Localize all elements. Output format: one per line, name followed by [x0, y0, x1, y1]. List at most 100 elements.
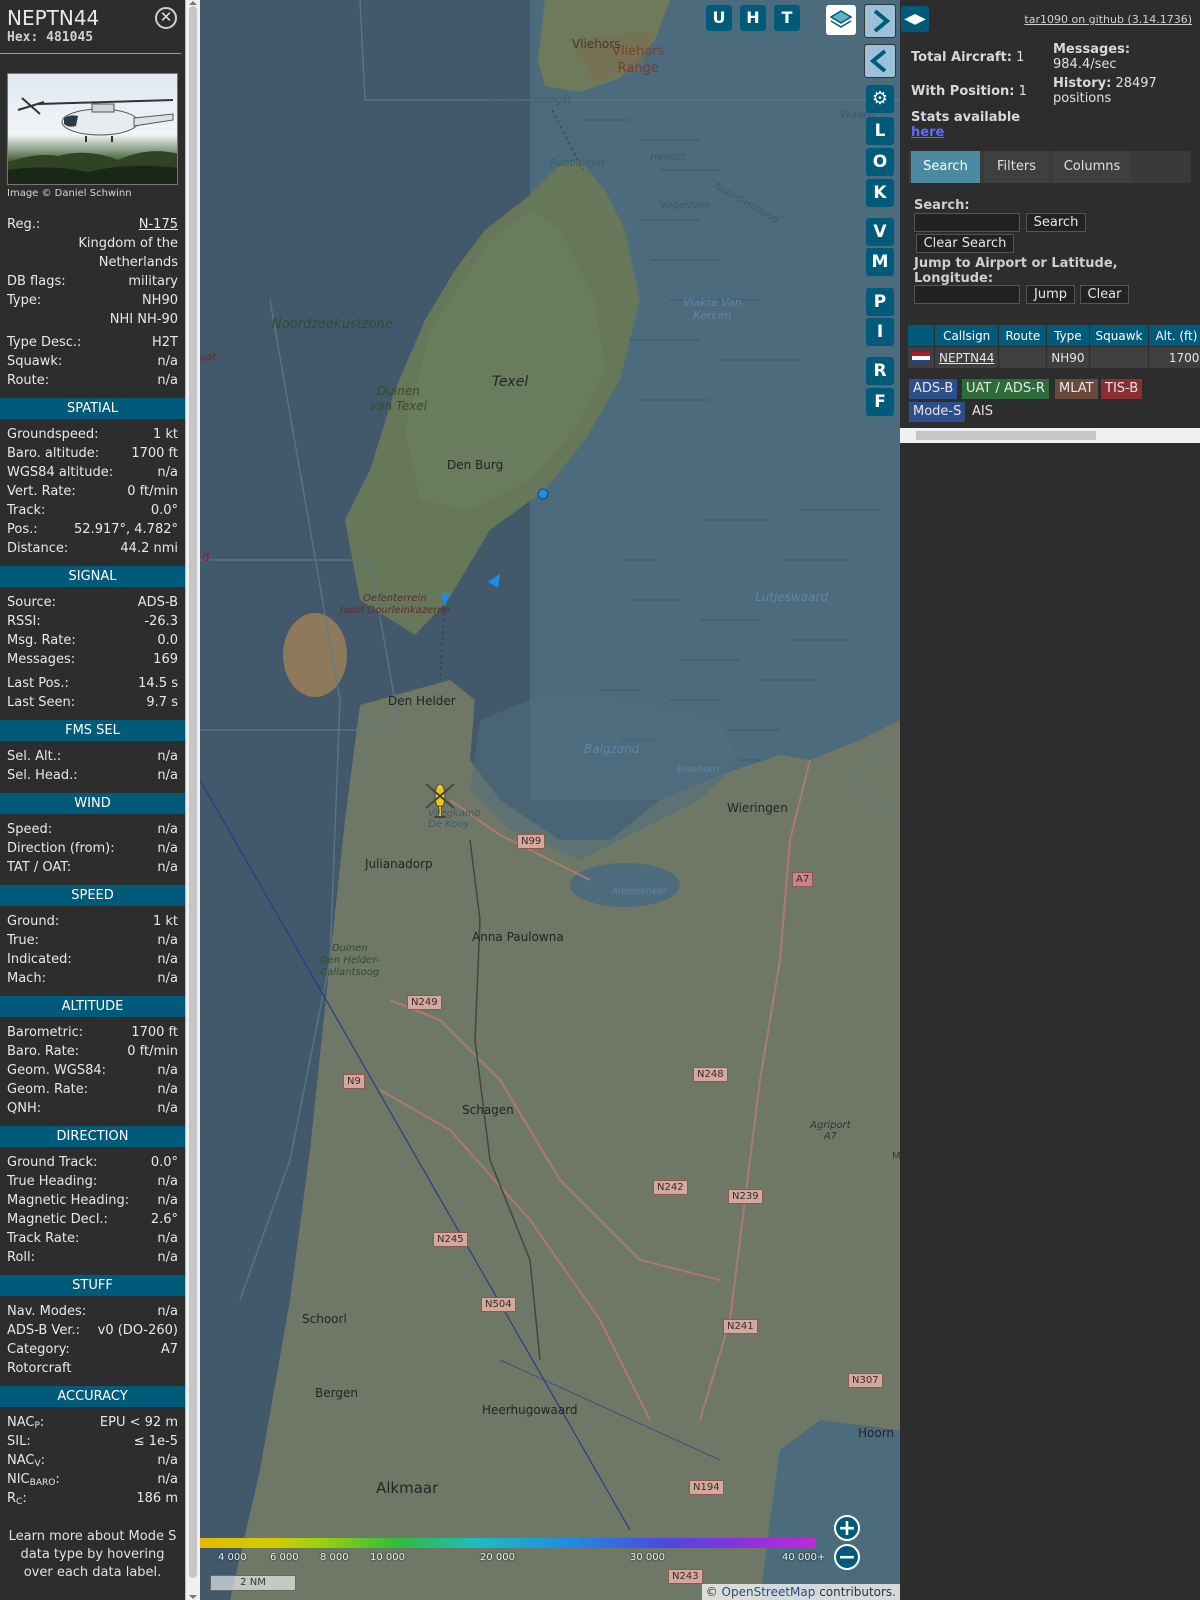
info-row: NACP: EPU < 92 m: [0, 1413, 185, 1432]
stats-link[interactable]: here: [911, 125, 944, 140]
info-row: QNH: n/a: [0, 1099, 185, 1118]
info-row-value: n/a: [157, 373, 178, 388]
info-row-value: A7: [160, 1342, 178, 1357]
info-row-label: NACP:: [7, 1415, 45, 1431]
map-button-o[interactable]: O: [866, 148, 894, 176]
section-accuracy: ACCURACY: [0, 1386, 185, 1407]
column-header[interactable]: Squawk: [1088, 324, 1150, 347]
registration-link[interactable]: N-175: [139, 215, 178, 234]
search-input[interactable]: [914, 213, 1020, 232]
map-label: Breehorn: [677, 765, 719, 775]
info-row-value: n/a: [157, 1304, 178, 1319]
info-row: Reg.: N-175: [0, 215, 185, 234]
info-row-value: 0 ft/min: [127, 1044, 178, 1059]
section-signal: SIGNAL: [0, 566, 185, 587]
map-label: Den Burg: [447, 458, 504, 472]
info-row-label: Ground:: [7, 914, 60, 929]
map-button-p[interactable]: P: [866, 288, 894, 316]
info-row-label: Sel. Alt.:: [7, 749, 62, 764]
map-button-u[interactable]: U: [706, 5, 732, 31]
info-row-label: Reg.:: [7, 217, 41, 232]
callsign-link[interactable]: NEPTN44: [939, 351, 994, 365]
info-row-label: Ground Track:: [7, 1155, 98, 1170]
info-scrollbar[interactable]: [185, 0, 200, 1600]
road-shield: N243: [668, 1569, 703, 1584]
map-button-f[interactable]: F: [866, 388, 894, 416]
table-scrollbar[interactable]: [900, 428, 1200, 443]
close-icon[interactable]: ✕: [155, 7, 177, 29]
info-row-label: Route:: [7, 373, 50, 388]
info-row-label: SIL:: [7, 1434, 31, 1449]
info-row: Ground Track: 0.0°: [0, 1153, 185, 1172]
map-label: Den Helder: [388, 694, 456, 708]
search-button[interactable]: Search: [1026, 213, 1086, 232]
column-header[interactable]: Route: [998, 324, 1048, 347]
info-row-label: Pos.:: [7, 522, 38, 537]
table-row[interactable]: NEPTN44 NH90 1700: [907, 346, 1200, 369]
expand-horizontal-icon[interactable]: ◀▶: [901, 6, 929, 32]
scroll-thumb[interactable]: [189, 6, 197, 1578]
column-header[interactable]: Alt. (ft): [1148, 324, 1200, 347]
plus-icon[interactable]: +: [834, 1515, 860, 1541]
jump-input[interactable]: [914, 285, 1020, 304]
source-mode-s: Mode-S: [909, 402, 966, 422]
type-cell: NH90: [1046, 346, 1090, 369]
info-row-label: Baro. Rate:: [7, 1044, 80, 1059]
version-link[interactable]: tar1090 on github (3.14.1736): [1024, 13, 1192, 26]
info-row-label: QNH:: [7, 1101, 42, 1116]
info-row-value: 52.917°, 4.782°: [74, 522, 178, 537]
sidebar-tabs: Search Filters Columns: [909, 151, 1191, 183]
clear-button[interactable]: Clear: [1080, 285, 1129, 304]
info-row-label: Source:: [7, 595, 57, 610]
column-header[interactable]: [907, 324, 935, 347]
map-button-l[interactable]: L: [866, 117, 894, 145]
map-button-h[interactable]: H: [740, 5, 766, 31]
info-row-value: -26.3: [144, 614, 178, 629]
map-button-t[interactable]: T: [774, 5, 800, 31]
table-scroll-thumb[interactable]: [916, 431, 1096, 440]
info-row-label: Track Rate:: [7, 1231, 80, 1246]
minus-icon[interactable]: −: [834, 1544, 860, 1570]
info-row: RSSI: -26.3: [0, 612, 185, 631]
info-row: Track: 0.0°: [0, 501, 185, 520]
info-row-label: Geom. WGS84:: [7, 1063, 107, 1078]
road-shield: N99: [517, 834, 546, 849]
info-row-value: n/a: [157, 933, 178, 948]
info-row: Sel. Head.: n/a: [0, 766, 185, 785]
jump-button[interactable]: Jump: [1026, 285, 1075, 304]
chevron-right-icon[interactable]: [864, 4, 896, 38]
map-button-v[interactable]: V: [866, 218, 894, 246]
tab-columns[interactable]: Columns: [1053, 151, 1131, 183]
map-label: Vogelzwin: [660, 200, 711, 211]
info-row-value: n/a: [157, 841, 178, 856]
info-row-label: Sel. Head.:: [7, 768, 78, 783]
info-row-value: n/a: [157, 1101, 178, 1116]
map-button-k[interactable]: K: [866, 179, 894, 207]
chevron-left-icon[interactable]: [864, 44, 896, 78]
osm-link[interactable]: OpenStreetMap: [722, 1585, 816, 1599]
tab-search[interactable]: Search: [911, 151, 980, 183]
map-button-i[interactable]: I: [866, 318, 894, 346]
info-row-value: 1 kt: [152, 427, 178, 442]
info-row-value: n/a: [157, 465, 178, 480]
tab-filters[interactable]: Filters: [984, 151, 1049, 183]
scroll-up-icon[interactable]: [189, 1, 197, 5]
map-button-r[interactable]: R: [866, 357, 894, 385]
info-row-value: 44.2 nmi: [120, 541, 178, 556]
scroll-down-icon[interactable]: [189, 1595, 197, 1599]
map-label: Duinen Den Helder- Callantsoog: [320, 943, 380, 978]
map-label: Vliegkamp De Kooy: [428, 808, 481, 830]
column-header[interactable]: Type: [1046, 324, 1090, 347]
aircraft-photo[interactable]: [7, 73, 178, 185]
column-header[interactable]: Callsign: [933, 324, 1000, 347]
scale-bar: 2 NM: [210, 1575, 296, 1591]
gear-icon[interactable]: ⚙: [866, 85, 894, 113]
road-shield: N249: [407, 995, 442, 1010]
layers-icon[interactable]: [826, 5, 856, 35]
source-uat-ads-r: UAT / ADS-R: [962, 379, 1049, 399]
map-button-m[interactable]: M: [866, 248, 894, 276]
info-row: Ground: 1 kt: [0, 912, 185, 931]
map[interactable]: Vliehors Vliehors Range Engelschmangat R…: [200, 0, 900, 1600]
clear-search-button[interactable]: Clear Search: [916, 234, 1014, 253]
info-row-label: Speed:: [7, 822, 53, 837]
